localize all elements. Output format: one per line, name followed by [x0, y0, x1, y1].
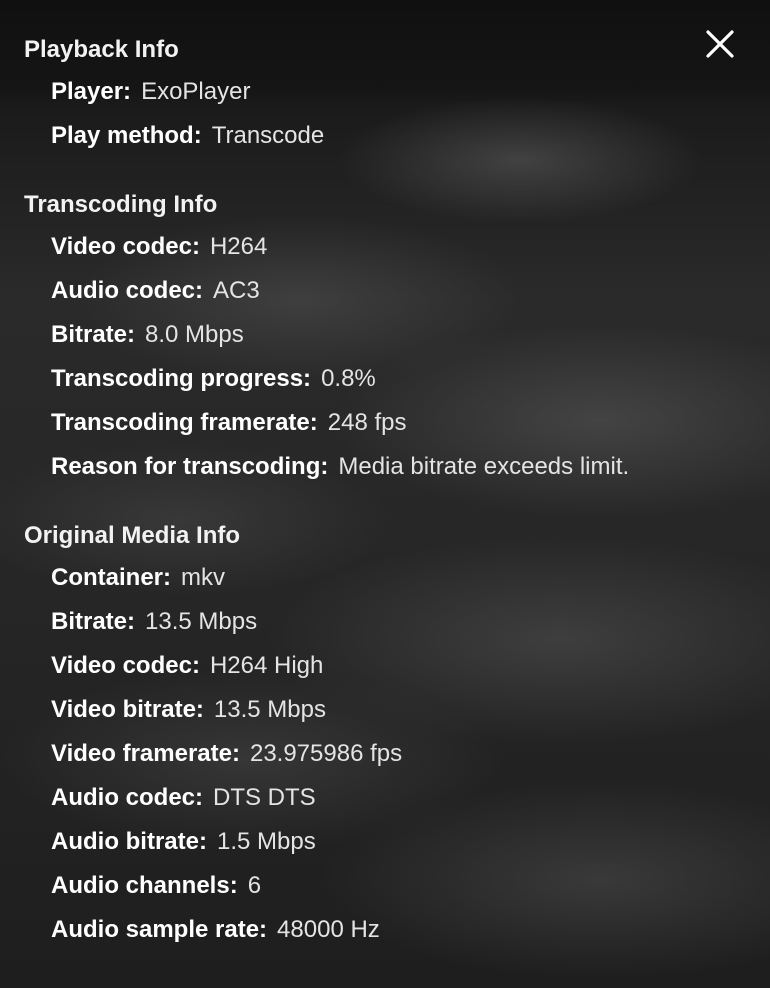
section-transcoding-info: Transcoding Info Video codec: H264 Audio …: [24, 185, 700, 489]
info-row-video-codec: Video codec: H264: [24, 225, 700, 269]
info-label: Video bitrate:: [51, 696, 204, 723]
info-row-video-framerate: Video framerate: 23.975986 fps: [24, 732, 700, 776]
info-label: Audio sample rate:: [51, 916, 268, 943]
info-value: 48000 Hz: [277, 916, 380, 943]
info-label: Play method:: [51, 122, 202, 149]
info-value: 13.5 Mbps: [145, 608, 258, 635]
info-value: 6: [247, 872, 262, 899]
info-row-video-bitrate: Video bitrate: 13.5 Mbps: [24, 688, 700, 732]
info-value: H264 High: [209, 652, 324, 679]
info-row-audio-sample-rate: Audio sample rate: 48000 Hz: [24, 908, 700, 952]
close-button[interactable]: [700, 24, 740, 64]
section-title: Playback Info: [24, 36, 179, 63]
info-row-audio-channels: Audio channels: 6: [24, 864, 700, 908]
info-value: 0.8%: [321, 365, 376, 392]
info-row-player: Player: ExoPlayer: [24, 70, 700, 114]
info-value: 23.975986 fps: [249, 740, 403, 767]
info-label: Transcoding progress:: [51, 365, 312, 392]
info-label: Audio codec:: [51, 784, 204, 811]
info-row-audio-codec: Audio codec: AC3: [24, 269, 700, 313]
info-row-transcoding-progress: Transcoding progress: 0.8%: [24, 357, 700, 401]
info-value: ExoPlayer: [141, 78, 251, 105]
info-label: Audio channels:: [51, 872, 238, 899]
info-value: mkv: [181, 564, 225, 591]
info-value: 8.0 Mbps: [145, 321, 244, 348]
info-value: 13.5 Mbps: [213, 696, 326, 723]
section-title: Transcoding Info: [24, 191, 218, 218]
info-label: Player:: [51, 78, 132, 105]
info-value: 248 fps: [327, 409, 407, 436]
info-row-container: Container: mkv: [24, 556, 700, 600]
playback-info-panel: Playback Info Player: ExoPlayer Play meth…: [24, 30, 700, 979]
info-label: Bitrate:: [51, 321, 136, 348]
info-label: Audio bitrate:: [51, 828, 207, 855]
info-label: Video codec:: [51, 233, 200, 260]
info-row-audio-bitrate: Audio bitrate: 1.5 Mbps: [24, 820, 700, 864]
info-label: Audio codec:: [51, 277, 204, 304]
close-icon: [706, 30, 734, 58]
info-label: Video codec:: [51, 652, 200, 679]
section-playback-info: Playback Info Player: ExoPlayer Play meth…: [24, 30, 700, 158]
section-title: Original Media Info: [24, 522, 241, 549]
info-value: AC3: [213, 277, 260, 304]
info-label: Container:: [51, 564, 171, 591]
info-label: Bitrate:: [51, 608, 136, 635]
info-label: Transcoding framerate:: [51, 409, 318, 436]
info-row-audio-codec: Audio codec: DTS DTS: [24, 776, 700, 820]
info-row-transcoding-reason: Reason for transcoding: Media bitrate exc…: [24, 445, 700, 489]
info-value: 1.5 Mbps: [217, 828, 316, 855]
info-label: Reason for transcoding:: [51, 453, 329, 480]
info-value: H264: [209, 233, 268, 260]
info-value: Transcode: [211, 122, 325, 149]
info-value: DTS DTS: [213, 784, 316, 811]
info-row-play-method: Play method: Transcode: [24, 114, 700, 158]
info-row-video-codec: Video codec: H264 High: [24, 644, 700, 688]
info-value: Media bitrate exceeds limit.: [338, 453, 630, 480]
section-original-media-info: Original Media Info Container: mkv Bitrat…: [24, 516, 700, 952]
info-row-bitrate: Bitrate: 13.5 Mbps: [24, 600, 700, 644]
info-row-transcoding-framerate: Transcoding framerate: 248 fps: [24, 401, 700, 445]
info-row-bitrate: Bitrate: 8.0 Mbps: [24, 313, 700, 357]
info-label: Video framerate:: [51, 740, 240, 767]
